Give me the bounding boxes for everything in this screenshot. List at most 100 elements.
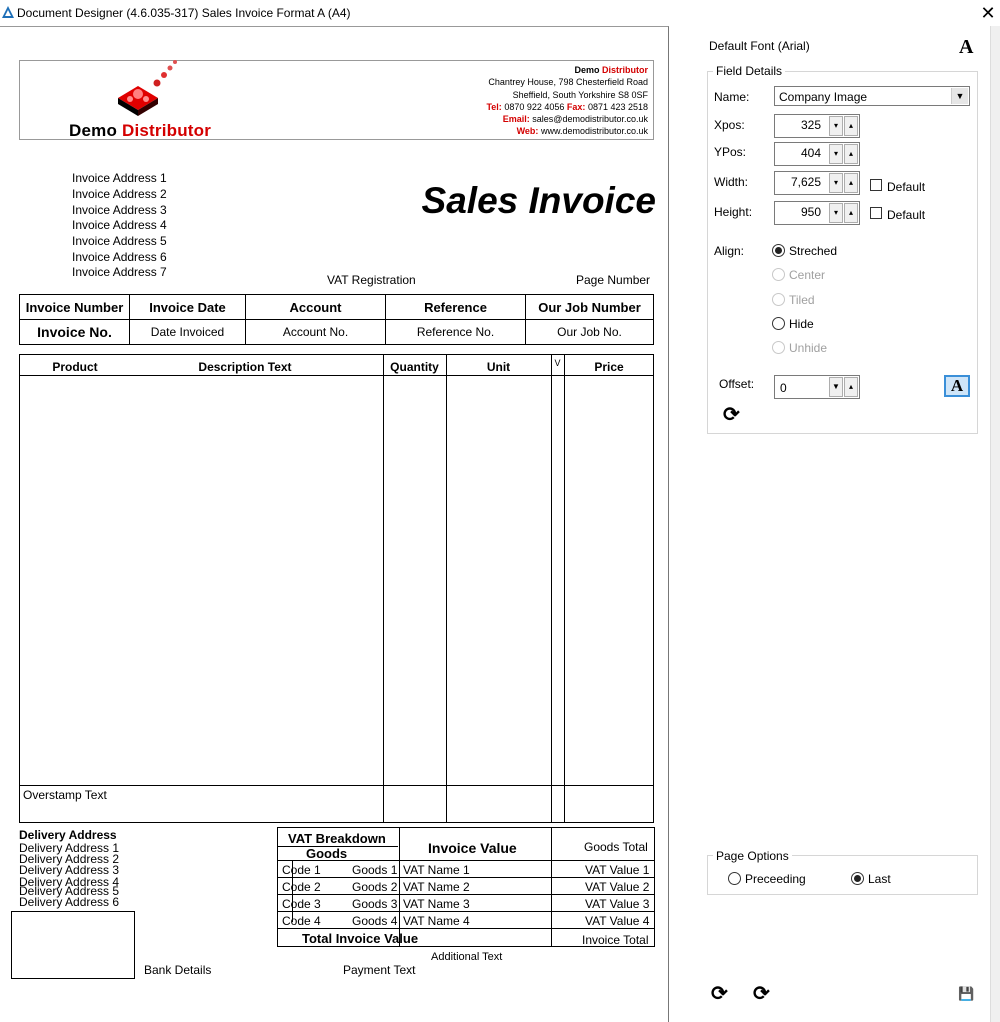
- header-invoice-number[interactable]: Invoice Number: [19, 294, 130, 320]
- align-label: Align:: [714, 244, 745, 258]
- width-default-checkbox[interactable]: [870, 179, 882, 191]
- spin-up-icon[interactable]: ▴: [844, 377, 858, 397]
- vat-divider: [278, 877, 654, 878]
- vat-goods: Goods 1: [352, 863, 398, 877]
- page-number-field[interactable]: Page Number: [576, 273, 650, 287]
- col-unit[interactable]: Unit: [446, 360, 551, 374]
- vat-divider: [278, 928, 654, 929]
- name-label: Name:: [714, 90, 750, 104]
- delivery-address-title[interactable]: Delivery Address: [19, 828, 117, 842]
- vat-code: Code 3: [282, 897, 321, 911]
- refresh-icon[interactable]: ⟳: [723, 405, 740, 425]
- web-value: www.demodistributor.co.uk: [540, 126, 648, 137]
- chevron-down-icon[interactable]: ▼: [951, 88, 968, 104]
- align-hide-radio[interactable]: [772, 317, 785, 330]
- width-stepper[interactable]: 7,625 ▾ ▴: [774, 171, 860, 195]
- col-price[interactable]: Price: [564, 360, 654, 374]
- header-invoice-date[interactable]: Invoice Date: [129, 294, 246, 320]
- invoice-address-field[interactable]: Invoice Address 6: [72, 250, 167, 264]
- spin-down-icon[interactable]: ▾: [829, 144, 843, 164]
- invoice-address-field[interactable]: Invoice Address 2: [72, 187, 167, 201]
- overstamp-text[interactable]: Overstamp Text: [23, 788, 107, 802]
- field-font-button[interactable]: A: [944, 375, 970, 397]
- width-label: Width:: [714, 175, 749, 189]
- vat-value: VAT Value 3: [585, 897, 650, 911]
- spin-up-icon[interactable]: ▴: [844, 116, 858, 136]
- vat-breakdown-title: VAT Breakdown: [288, 831, 386, 846]
- height-stepper[interactable]: 950 ▾ ▴: [774, 201, 860, 225]
- vat-registration-field[interactable]: VAT Registration: [327, 273, 416, 287]
- invoice-address-field[interactable]: Invoice Address 5: [72, 234, 167, 248]
- spin-down-icon[interactable]: ▾: [829, 203, 843, 223]
- goods-total: Goods Total: [584, 840, 648, 854]
- xpos-stepper[interactable]: 325 ▾ ▴: [774, 114, 860, 138]
- col-product[interactable]: Product: [20, 360, 130, 374]
- align-center-radio[interactable]: [772, 268, 785, 281]
- spin-up-icon[interactable]: ▴: [844, 173, 858, 193]
- height-default-checkbox[interactable]: [870, 207, 882, 219]
- additional-text-field[interactable]: Additional Text: [431, 951, 502, 963]
- grid-divider: [446, 355, 447, 822]
- bank-details-field[interactable]: Bank Details: [144, 963, 211, 977]
- invoice-lines-grid[interactable]: Product Description Text Quantity Unit V…: [19, 354, 654, 823]
- refresh-icon[interactable]: ⟳: [753, 984, 770, 1004]
- close-button[interactable]: ✕: [978, 2, 998, 24]
- image-box-field[interactable]: [11, 911, 135, 979]
- vat-breakdown-table[interactable]: VAT Breakdown Goods Invoice Value Goods …: [277, 827, 655, 947]
- ypos-stepper[interactable]: 404 ▾ ▴: [774, 142, 860, 166]
- fax-value: 0871 423 2518: [587, 101, 648, 112]
- app-logo-icon: [2, 6, 14, 18]
- page-last-radio[interactable]: [851, 872, 864, 885]
- refresh-icon[interactable]: ⟳: [711, 984, 728, 1004]
- save-icon[interactable]: 💾: [958, 986, 974, 1002]
- spin-up-icon[interactable]: ▴: [844, 144, 858, 164]
- xpos-label: Xpos:: [714, 118, 745, 132]
- col-description[interactable]: Description Text: [130, 360, 360, 374]
- invoice-address-field[interactable]: Invoice Address 3: [72, 203, 167, 217]
- company-address2: Sheffield, South Yorkshire S8 0SF: [512, 89, 648, 100]
- height-label: Height:: [714, 205, 753, 219]
- vat-code: Code 4: [282, 914, 321, 928]
- offset-stepper[interactable]: 0 ▼ ▴: [774, 375, 860, 399]
- panel-scrollbar[interactable]: [990, 26, 1000, 1022]
- page-preceeding-radio[interactable]: [728, 872, 741, 885]
- col-vat[interactable]: V: [551, 358, 564, 368]
- page-preceeding-label: Preceeding: [745, 872, 806, 886]
- delivery-address-field[interactable]: Delivery Address 6: [19, 896, 119, 908]
- vat-value: VAT Value 4: [585, 914, 650, 928]
- vat-goods: Goods 4: [352, 914, 398, 928]
- height-default-label: Default: [887, 208, 926, 222]
- header-reference[interactable]: Reference: [385, 294, 526, 320]
- value-invoice-date[interactable]: Date Invoiced: [129, 319, 246, 345]
- invoice-address-field[interactable]: Invoice Address 7: [72, 265, 167, 279]
- name-dropdown[interactable]: Company Image ▼: [774, 86, 970, 106]
- value-reference[interactable]: Reference No.: [385, 319, 526, 345]
- invoice-total: Invoice Total: [582, 933, 649, 947]
- header-job-number[interactable]: Our Job Number: [525, 294, 654, 320]
- grid-divider: [383, 355, 384, 822]
- spin-down-icon[interactable]: ▾: [829, 116, 843, 136]
- email-label: Email:: [502, 114, 530, 125]
- vat-divider: [278, 911, 654, 912]
- ypos-value: 404: [800, 146, 821, 160]
- col-quantity[interactable]: Quantity: [383, 360, 446, 374]
- spin-down-icon[interactable]: ▾: [829, 173, 843, 193]
- payment-text-field[interactable]: Payment Text: [343, 963, 415, 977]
- invoice-info-table: Invoice Number Invoice Date Account Refe…: [19, 294, 654, 345]
- page-options-title: Page Options: [713, 849, 792, 863]
- align-streched-radio[interactable]: [772, 244, 785, 257]
- value-account[interactable]: Account No.: [245, 319, 386, 345]
- default-font-icon[interactable]: A: [959, 36, 973, 59]
- header-account[interactable]: Account: [245, 294, 386, 320]
- value-invoice-number[interactable]: Invoice No.: [19, 319, 130, 345]
- vat-code: Code 1: [282, 863, 321, 877]
- invoice-address-field[interactable]: Invoice Address 1: [72, 171, 167, 185]
- spin-up-icon[interactable]: ▴: [844, 203, 858, 223]
- spin-down-icon[interactable]: ▼: [829, 377, 843, 397]
- document-title[interactable]: Sales Invoice: [380, 180, 656, 222]
- company-block-name2: Distributor: [602, 65, 648, 75]
- invoice-address-field[interactable]: Invoice Address 4: [72, 218, 167, 232]
- value-job-number[interactable]: Our Job No.: [525, 319, 654, 345]
- align-tiled-radio[interactable]: [772, 293, 785, 306]
- align-unhide-radio[interactable]: [772, 341, 785, 354]
